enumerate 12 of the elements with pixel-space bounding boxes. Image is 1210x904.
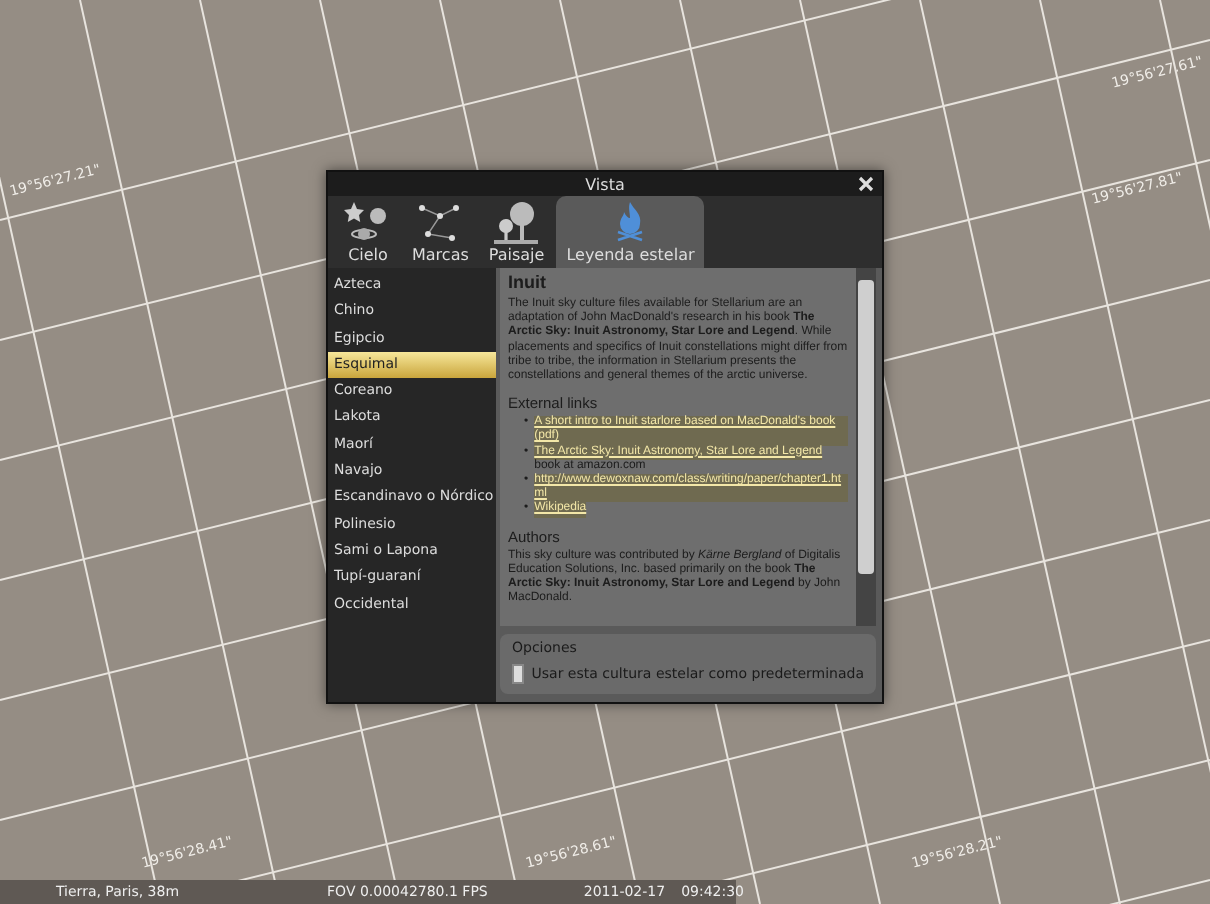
trees-icon (492, 200, 541, 244)
tab[interactable]: Cielo (336, 196, 400, 268)
close-icon[interactable] (858, 176, 874, 192)
tab[interactable]: Paisaje (480, 196, 553, 268)
description-heading: Inuit (508, 272, 548, 294)
constellation-icon (416, 200, 465, 244)
scrollbar[interactable] (856, 268, 876, 626)
window-title: Vista (585, 175, 625, 193)
tab[interactable]: Marcas (404, 196, 477, 268)
checkbox[interactable] (512, 664, 524, 684)
planets-stars-icon (344, 200, 392, 244)
tab[interactable]: Leyenda estelar (556, 196, 705, 268)
